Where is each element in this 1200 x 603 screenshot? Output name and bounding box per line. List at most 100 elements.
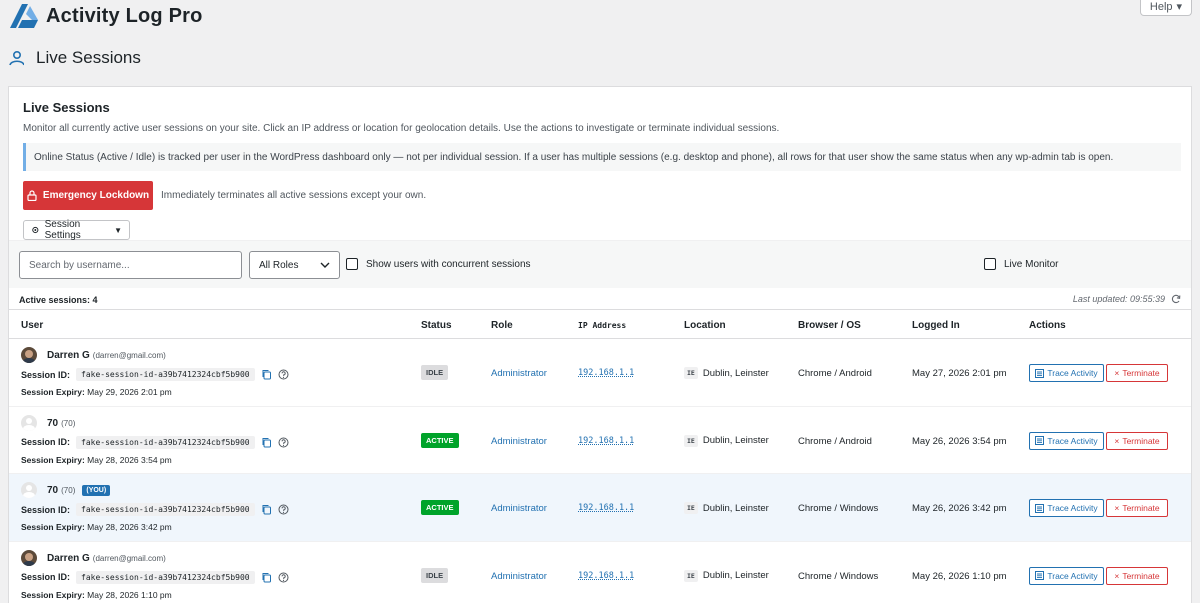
country-code: IE	[684, 569, 698, 582]
session-id-value: fake-session-id-a39b7412324cbf5b900	[76, 435, 255, 449]
header-user: User	[21, 320, 44, 331]
concurrent-sessions-filter[interactable]: Show users with concurrent sessions	[346, 258, 531, 270]
last-updated: Last updated: 09:55:39	[1073, 294, 1181, 304]
user-name-cell: 70 (70)	[47, 418, 75, 429]
logged-in-time: May 26, 2026 1:10 pm	[912, 570, 1007, 582]
session-expiry-value: May 29, 2026 2:01 pm	[87, 387, 172, 397]
chevron-down-icon: ▾	[1176, 1, 1183, 13]
header-location: Location	[684, 320, 726, 331]
user-email: (70)	[61, 418, 76, 428]
country-code: IE	[684, 502, 698, 514]
trace-label: Trace Activity	[1047, 368, 1098, 378]
caret-down-icon: ▼	[114, 225, 122, 235]
session-settings-button[interactable]: Session Settings ▼	[23, 219, 130, 241]
search-input[interactable]	[19, 251, 242, 279]
table-row: Darren G (darren@gmail.com) Session ID: …	[9, 339, 1191, 407]
lock-icon	[27, 190, 37, 201]
help-button[interactable]: Help ▾	[1140, 0, 1192, 16]
session-expiry-value: May 28, 2026 1:10 pm	[87, 589, 172, 600]
live-monitor-toggle[interactable]: Live Monitor	[984, 258, 1058, 270]
trace-activity-button[interactable]: Trace Activity	[1029, 499, 1104, 517]
status-badge: ACTIVE	[421, 500, 459, 515]
terminate-button[interactable]: × Terminate	[1106, 364, 1168, 382]
last-updated-text: Last updated: 09:55:39	[1072, 294, 1165, 304]
concurrent-label: Show users with concurrent sessions	[366, 258, 531, 270]
user-name: 70	[47, 485, 59, 496]
session-id-line: Session ID: fake-session-id-a39b7412324c…	[21, 570, 289, 584]
settings-label: Session Settings	[44, 219, 81, 241]
avatar	[21, 549, 37, 566]
role-link[interactable]: Administrator	[491, 368, 547, 379]
concurrent-checkbox[interactable]	[346, 258, 358, 270]
top-bar: Activity Log Pro Help ▾	[0, 0, 1200, 40]
ip-link[interactable]: 192.168.1.1	[578, 571, 634, 581]
role-link[interactable]: Administrator	[491, 571, 547, 582]
live-monitor-label: Live Monitor	[1004, 258, 1059, 270]
session-expiry-label: Session Expiry:	[21, 387, 85, 397]
user-icon	[9, 50, 24, 66]
location-link[interactable]: IE Dublin, Leinster	[684, 434, 769, 447]
copy-icon[interactable]	[261, 504, 272, 515]
help-circle-icon[interactable]	[278, 369, 289, 380]
location-link[interactable]: IE Dublin, Leinster	[684, 367, 769, 379]
location-link[interactable]: IE Dublin, Leinster	[684, 502, 769, 514]
avatar	[21, 347, 37, 363]
you-badge: (YOU)	[82, 485, 111, 496]
copy-icon[interactable]	[261, 572, 272, 583]
close-icon: ×	[1114, 570, 1120, 581]
role-link[interactable]: Administrator	[491, 436, 547, 447]
notice-text: Online Status (Active / Idle) is tracked…	[34, 151, 1114, 163]
ip-link[interactable]: 192.168.1.1	[578, 503, 634, 513]
terminate-button[interactable]: × Terminate	[1106, 566, 1168, 585]
user-email: (70)	[61, 486, 76, 495]
trace-activity-button[interactable]: Trace Activity	[1029, 566, 1104, 585]
role-select-value: All Roles	[259, 259, 299, 271]
info-notice: Online Status (Active / Idle) is tracked…	[23, 143, 1181, 171]
logged-in-time: May 26, 2026 3:54 pm	[912, 435, 1007, 447]
user-email: (darren@gmail.com)	[92, 351, 166, 360]
session-expiry-value: May 28, 2026 3:42 pm	[87, 522, 172, 532]
filter-bar: All Roles Show users with concurrent ses…	[9, 240, 1191, 288]
user-name-cell: 70 (70) (YOU)	[47, 485, 111, 496]
copy-icon[interactable]	[261, 369, 272, 380]
trace-label: Trace Activity	[1047, 435, 1098, 446]
user-name: Darren G	[47, 350, 90, 361]
table-row: 70 (70) Session ID: fake-session-id-a39b…	[9, 407, 1191, 474]
country-code: IE	[684, 367, 698, 379]
refresh-icon[interactable]	[1171, 294, 1181, 304]
lockdown-description: Immediately terminates all active sessio…	[161, 190, 427, 201]
card-title: Live Sessions	[23, 100, 110, 115]
location-link[interactable]: IE Dublin, Leinster	[684, 569, 769, 582]
close-icon: ×	[1114, 435, 1120, 446]
user-name-cell: Darren G (darren@gmail.com)	[47, 350, 166, 361]
live-monitor-checkbox[interactable]	[984, 258, 996, 270]
browser-os: Chrome / Windows	[798, 503, 879, 514]
session-id-label: Session ID:	[21, 369, 71, 380]
header-logged-in: Logged In	[912, 320, 960, 331]
copy-icon[interactable]	[261, 437, 272, 448]
sessions-card: Live Sessions Monitor all currently acti…	[8, 86, 1192, 603]
table-body: Darren G (darren@gmail.com) Session ID: …	[9, 339, 1191, 603]
help-circle-icon[interactable]	[278, 504, 289, 515]
terminate-button[interactable]: × Terminate	[1106, 431, 1168, 450]
emergency-lockdown-button[interactable]: Emergency Lockdown	[23, 181, 153, 210]
logged-in-time: May 26, 2026 3:42 pm	[912, 503, 1007, 514]
help-circle-icon[interactable]	[278, 572, 289, 583]
ip-link[interactable]: 192.168.1.1	[578, 368, 634, 378]
app-name: Activity Log Pro	[46, 4, 203, 27]
session-id-value: fake-session-id-a39b7412324cbf5b900	[76, 368, 255, 381]
active-sessions-count: Active sessions: 4	[19, 295, 98, 305]
terminate-label: Terminate	[1122, 435, 1160, 446]
trace-activity-button[interactable]: Trace Activity	[1029, 364, 1104, 382]
user-email: (darren@gmail.com)	[92, 553, 166, 563]
trace-activity-button[interactable]: Trace Activity	[1029, 431, 1104, 450]
header-status: Status	[421, 320, 452, 331]
role-select[interactable]: All Roles	[249, 251, 340, 279]
role-link[interactable]: Administrator	[491, 503, 547, 514]
header-actions: Actions	[1029, 320, 1066, 331]
help-circle-icon[interactable]	[278, 437, 289, 448]
ip-link[interactable]: 192.168.1.1	[578, 436, 634, 446]
list-icon	[1035, 368, 1045, 378]
session-id-value: fake-session-id-a39b7412324cbf5b900	[76, 570, 255, 584]
terminate-button[interactable]: × Terminate	[1106, 499, 1168, 517]
